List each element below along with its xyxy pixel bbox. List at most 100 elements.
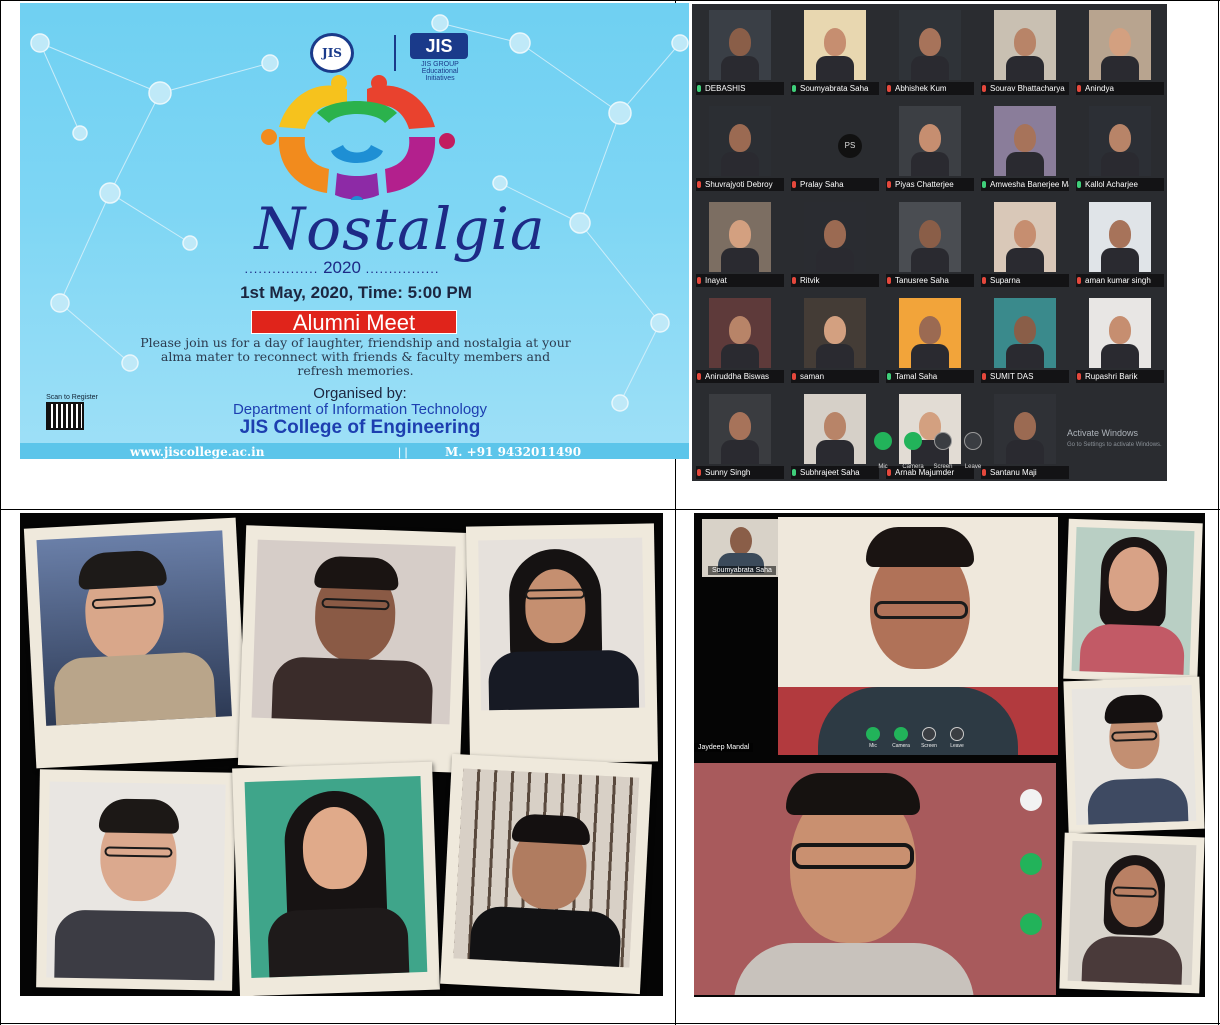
event-year: 2020 bbox=[323, 258, 361, 277]
person-body bbox=[721, 440, 759, 464]
leave-button[interactable] bbox=[964, 432, 982, 450]
participant-tile[interactable]: Anindya bbox=[1074, 6, 1166, 99]
person-body bbox=[1101, 152, 1139, 176]
participant-tile[interactable]: Suparna bbox=[979, 198, 1071, 291]
participant-tile[interactable]: Ritvik bbox=[789, 198, 881, 291]
qr-code-icon bbox=[46, 402, 84, 430]
person-hair bbox=[98, 798, 180, 834]
dotted-rule-right: ................ bbox=[365, 261, 440, 276]
active-speaker-video bbox=[778, 517, 1058, 755]
camera-label: Camera bbox=[902, 464, 924, 470]
speaker-name: Jaydeep Mandal bbox=[694, 743, 754, 752]
person-body bbox=[1006, 152, 1044, 176]
participant-video bbox=[899, 202, 961, 272]
participant-name: Sourav Bhattacharya bbox=[981, 82, 1069, 95]
video-call-speaker-view: Soumyabrata Saha Jaydeep Mandal Mic Came… bbox=[694, 513, 1205, 997]
participant-tile[interactable]: Sunny Singh bbox=[694, 390, 786, 481]
mic-status-icon bbox=[792, 277, 796, 284]
glasses-icon bbox=[104, 846, 173, 858]
participant-photo-collage bbox=[20, 513, 663, 996]
mic-button[interactable] bbox=[874, 432, 892, 450]
camera-button[interactable] bbox=[1020, 853, 1042, 875]
windows-activation-watermark: Activate Windows bbox=[1067, 428, 1139, 438]
person-body bbox=[54, 909, 216, 981]
participant-tile[interactable]: saman bbox=[789, 294, 881, 387]
participant-name: DEBASHIS bbox=[696, 82, 784, 95]
person-face bbox=[1109, 28, 1131, 56]
photo-frame bbox=[1071, 526, 1195, 676]
participant-video bbox=[1089, 106, 1151, 176]
department-name: Department of Information Technology bbox=[232, 401, 488, 418]
participant-tile[interactable]: Soumyabrata Saha bbox=[789, 6, 881, 99]
camera-button[interactable] bbox=[904, 432, 922, 450]
person-face bbox=[730, 527, 752, 555]
person-hair bbox=[314, 555, 400, 591]
participant-tile[interactable]: Shuvrajyoti Debroy bbox=[694, 102, 786, 195]
participant-name: Anindya bbox=[1076, 82, 1164, 95]
person-face bbox=[1014, 412, 1036, 440]
person-hair bbox=[866, 527, 974, 567]
photo-frame bbox=[1067, 840, 1197, 986]
person-body bbox=[1086, 777, 1189, 825]
person-body bbox=[911, 56, 949, 80]
participant-tile[interactable]: aman kumar singh bbox=[1074, 198, 1166, 291]
person-body bbox=[1101, 56, 1139, 80]
participant-name: Santanu Maji bbox=[981, 466, 1069, 479]
poster-footer bbox=[20, 443, 689, 459]
participant-tile[interactable]: Inayat bbox=[694, 198, 786, 291]
glasses-icon bbox=[1112, 886, 1157, 898]
person-body bbox=[721, 248, 759, 272]
contact-phone: M. +91 9432011490 bbox=[445, 445, 582, 459]
participant-tile[interactable]: Tanusree Saha bbox=[884, 198, 976, 291]
participant-tile[interactable]: Aniruddha Biswas bbox=[694, 294, 786, 387]
participant-name: Abhishek Kum bbox=[886, 82, 974, 95]
participant-tile[interactable]: Kallol Acharjee bbox=[1074, 102, 1166, 195]
person-body bbox=[721, 344, 759, 368]
mic-button[interactable] bbox=[866, 727, 880, 741]
video-call-gallery-view: DEBASHIS Soumyabrata Saha Abhishek Kum Sour… bbox=[692, 4, 1167, 481]
camera-button[interactable] bbox=[894, 727, 908, 741]
leave-label: Leave bbox=[950, 743, 964, 749]
participant-tile[interactable]: Piyas Chatterjee bbox=[884, 102, 976, 195]
person-body bbox=[1079, 623, 1186, 676]
participant-tile[interactable]: Tamal Saha bbox=[884, 294, 976, 387]
person-body bbox=[267, 906, 410, 979]
college-logos: JIS JIS JIS GROUP Educational Initiative… bbox=[310, 33, 480, 82]
logo-divider bbox=[394, 35, 396, 71]
polaroid-photo bbox=[440, 753, 652, 995]
mic-button[interactable] bbox=[1020, 913, 1042, 935]
screen-share-button[interactable] bbox=[1020, 789, 1042, 811]
person-hair bbox=[1103, 693, 1163, 724]
person-body bbox=[911, 248, 949, 272]
participant-name: Aniruddha Biswas bbox=[696, 370, 784, 383]
participant-video bbox=[899, 394, 961, 464]
mic-status-icon bbox=[887, 85, 891, 92]
mic-status-icon bbox=[1077, 277, 1081, 284]
photo-frame bbox=[46, 781, 226, 981]
participant-video bbox=[1089, 298, 1151, 368]
participant-tile[interactable]: Sourav Bhattacharya bbox=[979, 6, 1071, 99]
person-body bbox=[1101, 248, 1139, 272]
participant-tile[interactable]: PS Pralay Saha bbox=[789, 102, 881, 195]
leave-button[interactable] bbox=[950, 727, 964, 741]
participant-tile[interactable]: DEBASHIS bbox=[694, 6, 786, 99]
screen-share-button[interactable] bbox=[922, 727, 936, 741]
screen-share-button[interactable] bbox=[934, 432, 952, 450]
participant-name: Rupashri Barik bbox=[1076, 370, 1164, 383]
participant-tile[interactable]: Subhrajeet Saha bbox=[789, 390, 881, 481]
participant-video bbox=[899, 10, 961, 80]
participant-tile[interactable]: Amwesha Banerjee Maju.. bbox=[979, 102, 1071, 195]
participant-name: Shuvrajyoti Debroy bbox=[696, 178, 784, 191]
participant-tile[interactable]: Rupashri Barik bbox=[1074, 294, 1166, 387]
participant-tile[interactable]: SUMIT DAS bbox=[979, 294, 1071, 387]
person-body bbox=[721, 152, 759, 176]
participant-video bbox=[899, 106, 961, 176]
mic-status-icon bbox=[982, 469, 986, 476]
person-body bbox=[816, 344, 854, 368]
person-body bbox=[1006, 56, 1044, 80]
person-face bbox=[729, 28, 751, 56]
mic-status-icon bbox=[792, 469, 796, 476]
participant-tile[interactable]: Abhishek Kum bbox=[884, 6, 976, 99]
participant-tile[interactable]: Santanu Maji bbox=[979, 390, 1071, 481]
glasses-icon bbox=[525, 588, 586, 600]
